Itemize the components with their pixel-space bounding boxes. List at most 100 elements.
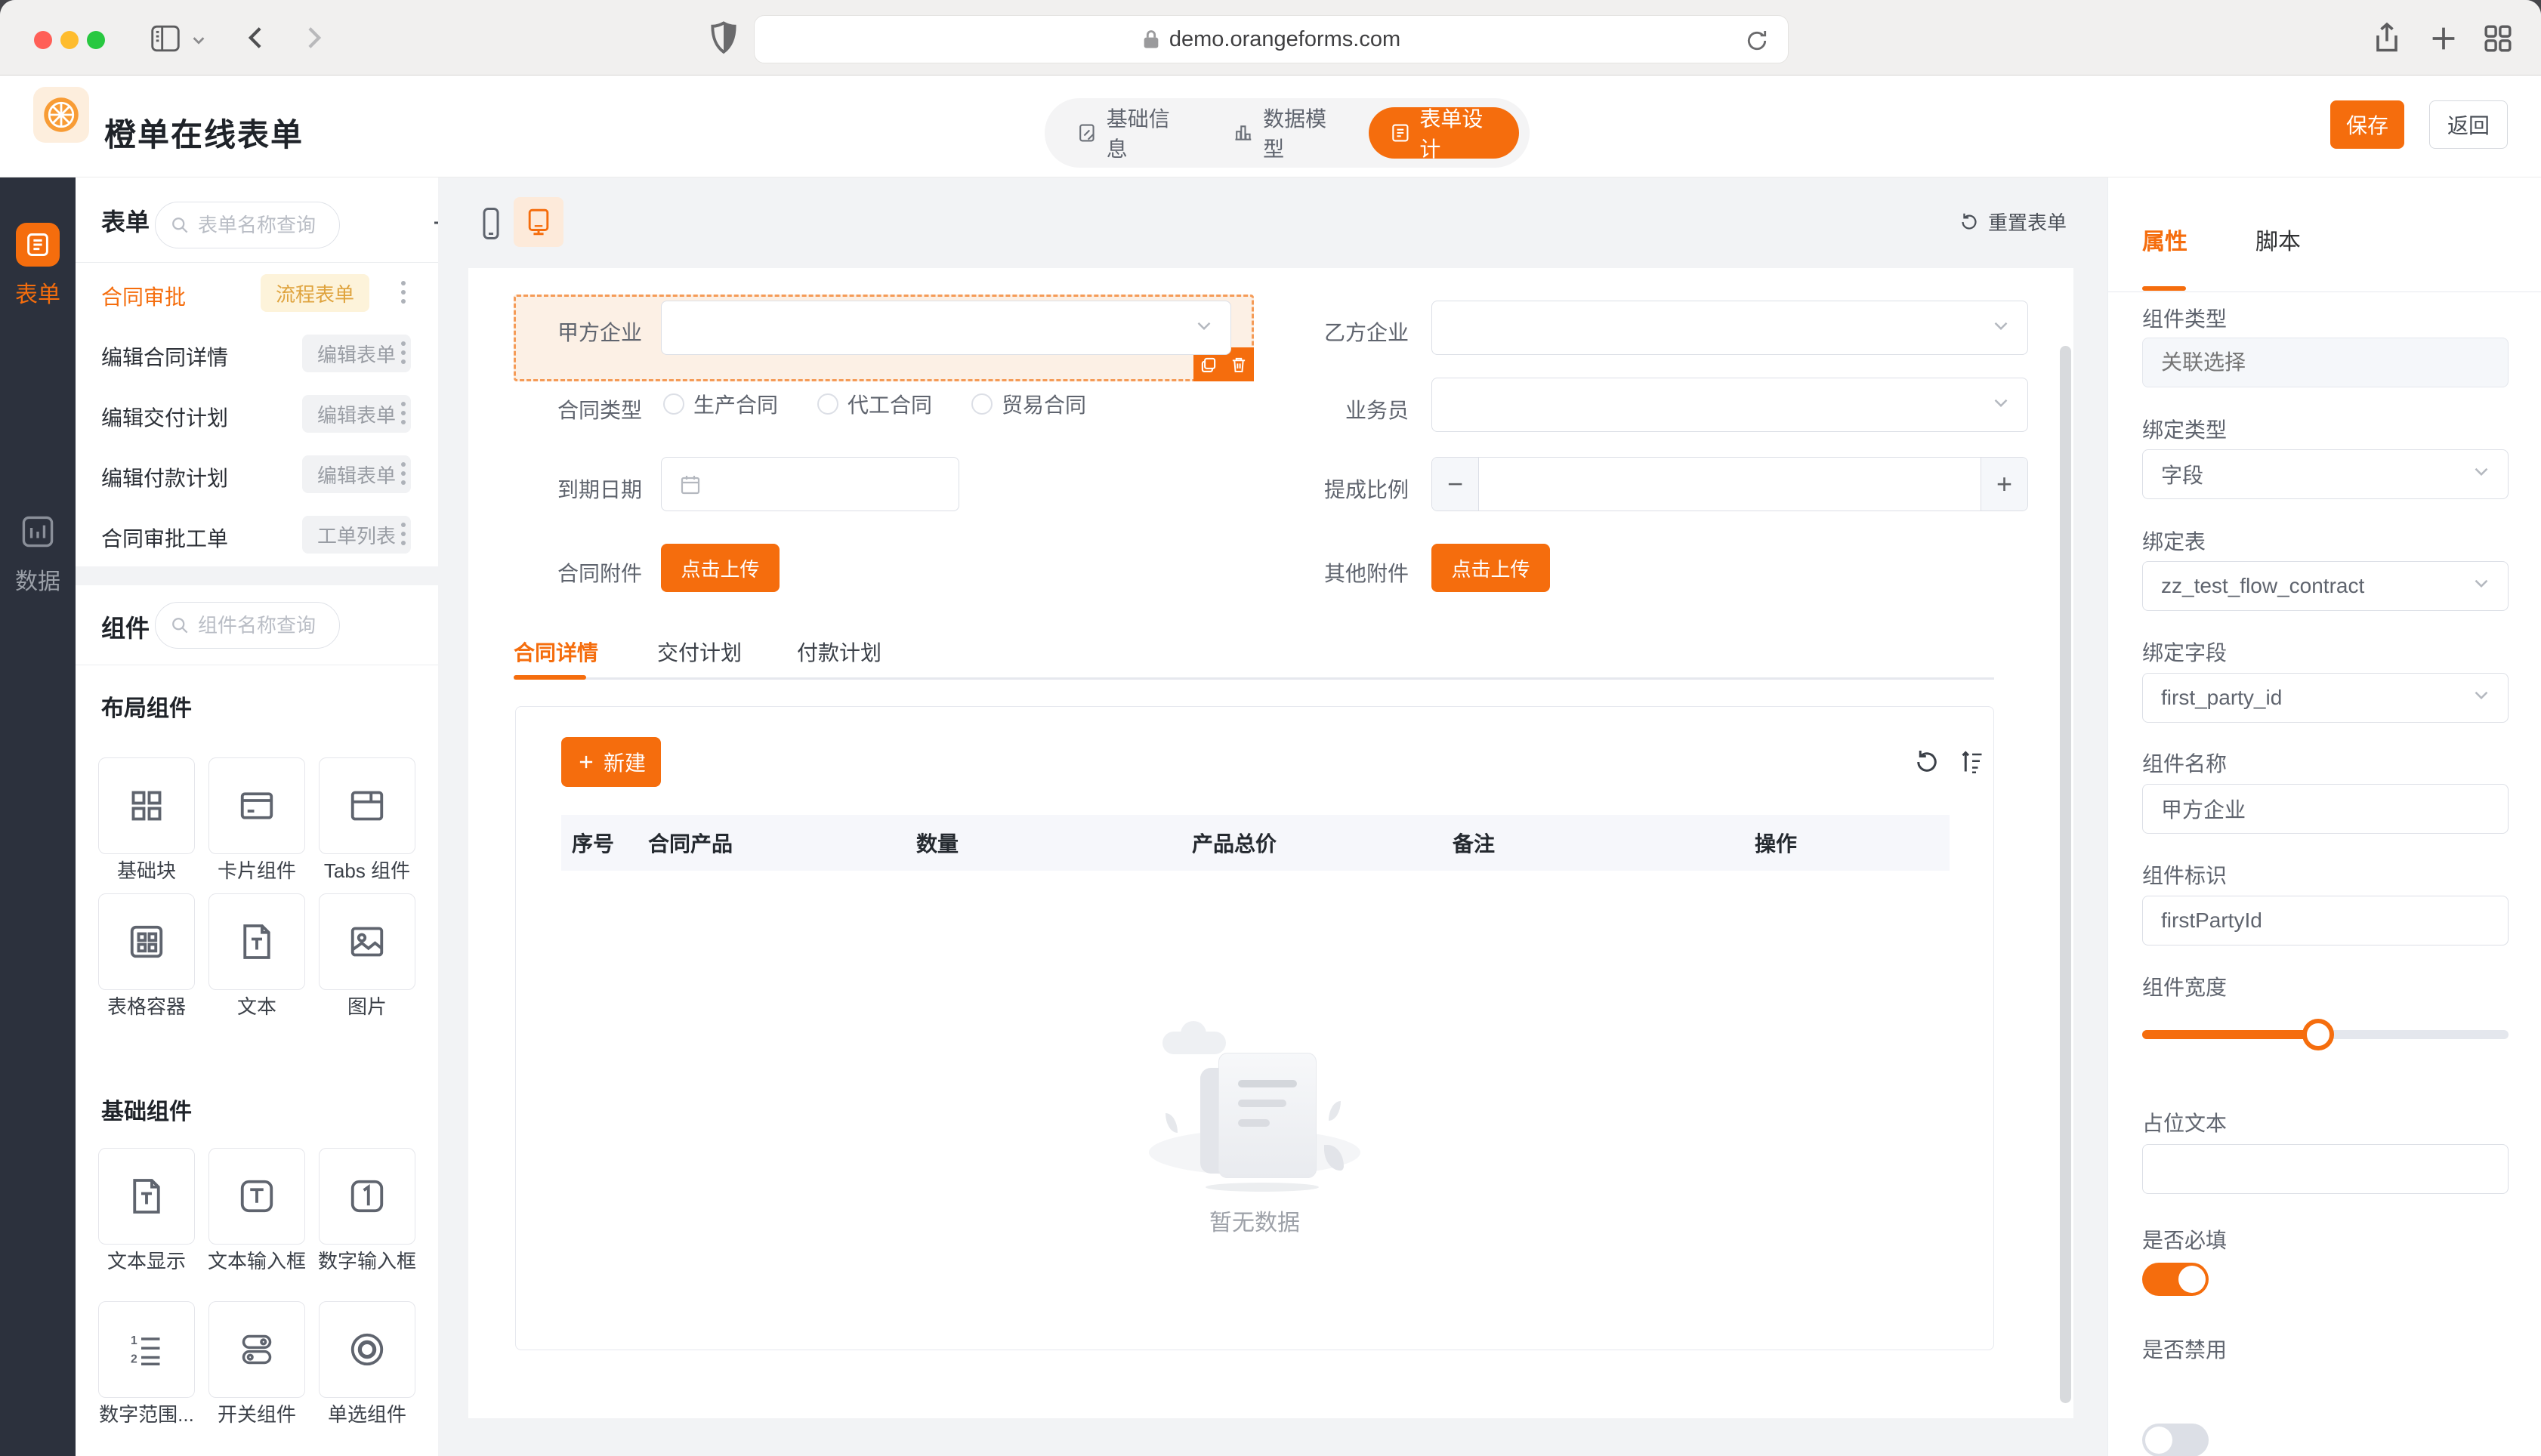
first-party-select[interactable] xyxy=(661,301,1231,355)
component-switch[interactable] xyxy=(208,1301,305,1398)
rail-item-forms[interactable]: 表单 xyxy=(0,223,76,309)
column-header: 数量 xyxy=(916,832,959,856)
component-basic-block[interactable] xyxy=(98,757,195,854)
number-range-icon: 12 xyxy=(131,1334,160,1366)
component-label: 卡片组件 xyxy=(217,859,296,882)
forward-button-icon[interactable] xyxy=(296,21,329,58)
more-actions-icon[interactable] xyxy=(388,458,418,489)
commission-number-input[interactable]: − + xyxy=(1431,457,2028,511)
app-logo xyxy=(33,87,89,143)
form-name: 编辑合同详情 xyxy=(101,346,229,369)
back-button-icon[interactable] xyxy=(240,21,273,58)
new-tab-icon[interactable] xyxy=(2426,21,2461,60)
radio-option[interactable]: 生产合同 xyxy=(663,389,778,419)
tab-delivery-plan[interactable]: 交付计划 xyxy=(657,637,742,667)
bind-type-select[interactable]: 字段 xyxy=(2142,449,2509,499)
contract-upload-button[interactable]: 点击上传 xyxy=(661,544,780,592)
form-list-item[interactable]: 编辑合同详情 编辑表单 xyxy=(76,322,438,383)
more-actions-icon[interactable] xyxy=(388,519,418,549)
more-actions-icon[interactable] xyxy=(388,338,418,368)
search-icon xyxy=(172,618,188,634)
form-name: 合同审批工单 xyxy=(101,527,229,551)
second-party-select[interactable] xyxy=(1431,301,2028,355)
switch-icon xyxy=(242,1334,272,1365)
back-button[interactable]: 返回 xyxy=(2429,100,2508,149)
close-window-button[interactable] xyxy=(34,31,52,49)
component-width-slider[interactable] xyxy=(2142,1019,2509,1050)
bind-field-select[interactable]: first_party_id xyxy=(2142,673,2509,723)
disabled-toggle[interactable] xyxy=(2142,1424,2209,1456)
tab-form-design[interactable]: 表单设计 xyxy=(1368,107,1519,161)
component-tabs[interactable] xyxy=(319,757,415,854)
form-list-item[interactable]: 合同审批 流程表单 xyxy=(76,262,438,322)
component-number-range[interactable]: 12 xyxy=(98,1301,195,1398)
save-button[interactable]: 保存 xyxy=(2330,100,2404,149)
component-table-container[interactable] xyxy=(98,893,195,990)
mobile-preview-icon[interactable] xyxy=(474,205,508,245)
component-text[interactable] xyxy=(208,893,305,990)
copy-icon[interactable] xyxy=(1199,355,1218,375)
bind-field-label: 绑定字段 xyxy=(2142,641,2228,665)
component-image[interactable] xyxy=(319,893,415,990)
radio-label: 代工合同 xyxy=(848,393,933,417)
desktop-preview-toggle[interactable] xyxy=(514,197,563,247)
share-icon[interactable] xyxy=(2369,20,2405,60)
component-search-input[interactable] xyxy=(198,613,326,637)
more-actions-icon[interactable] xyxy=(388,398,418,428)
tabs-divider xyxy=(514,677,1994,680)
column-settings-icon[interactable] xyxy=(1957,747,1987,781)
address-bar[interactable]: demo.orangeforms.com xyxy=(754,15,1789,63)
form-search-input[interactable] xyxy=(198,213,326,237)
tab-payment-plan[interactable]: 付款计划 xyxy=(797,637,881,667)
reload-icon[interactable] xyxy=(1743,26,1771,61)
placeholder-text-input[interactable] xyxy=(2142,1144,2509,1194)
refresh-table-icon[interactable] xyxy=(1912,747,1942,781)
disabled-label: 是否禁用 xyxy=(2142,1338,2228,1362)
reset-form-button[interactable]: 重置表单 xyxy=(1958,208,2067,236)
component-type-input xyxy=(2142,338,2509,387)
radio-option[interactable]: 贸易合同 xyxy=(971,389,1086,419)
form-name: 编辑交付计划 xyxy=(101,406,229,430)
component-text-input[interactable] xyxy=(208,1148,305,1245)
chevron-down-icon[interactable] xyxy=(190,32,207,52)
component-text-display[interactable] xyxy=(98,1148,195,1245)
privacy-shield-icon[interactable] xyxy=(704,18,743,61)
slider-handle[interactable] xyxy=(2302,1019,2334,1050)
due-date-input[interactable] xyxy=(661,457,959,511)
field-label-other-attachment: 其他附件 xyxy=(1323,562,1409,585)
create-row-button[interactable]: 新建 xyxy=(561,737,661,787)
form-list-item[interactable]: 编辑交付计划 编辑表单 xyxy=(76,383,438,443)
other-upload-button[interactable]: 点击上传 xyxy=(1431,544,1550,592)
tab-properties[interactable]: 属性 xyxy=(2142,223,2187,256)
tab-overview-icon[interactable] xyxy=(2481,21,2515,60)
component-id-input[interactable] xyxy=(2142,896,2509,945)
component-card[interactable] xyxy=(208,757,305,854)
form-list-item[interactable]: 编辑付款计划 编辑表单 xyxy=(76,443,438,504)
tab-data-model[interactable]: 数据模型 xyxy=(1212,107,1362,161)
decrease-icon[interactable]: − xyxy=(1432,458,1479,511)
zoom-window-button[interactable] xyxy=(87,31,105,49)
required-toggle[interactable] xyxy=(2142,1263,2209,1296)
chevron-down-icon xyxy=(2475,691,2488,700)
bind-table-value: zz_test_flow_contract xyxy=(2161,574,2365,597)
delete-icon[interactable] xyxy=(1229,355,1249,375)
more-actions-icon[interactable] xyxy=(388,277,418,307)
radio-option[interactable]: 代工合同 xyxy=(817,389,932,419)
bind-table-select[interactable]: zz_test_flow_contract xyxy=(2142,561,2509,611)
table-container-icon xyxy=(130,925,163,958)
canvas-scrollbar[interactable] xyxy=(2060,346,2071,1403)
radio-circle-icon xyxy=(817,393,839,415)
tab-contract-detail[interactable]: 合同详情 xyxy=(514,637,598,667)
sidebar-toggle-icon[interactable] xyxy=(148,21,183,60)
tab-script[interactable]: 脚本 xyxy=(2255,223,2301,256)
component-number-input[interactable] xyxy=(319,1148,415,1245)
tab-basic-info[interactable]: 基础信息 xyxy=(1055,107,1206,161)
increase-icon[interactable]: + xyxy=(1981,458,2027,511)
salesman-select[interactable] xyxy=(1431,378,2028,432)
component-radio[interactable] xyxy=(319,1301,415,1398)
component-name-input[interactable] xyxy=(2142,784,2509,834)
minimize-window-button[interactable] xyxy=(60,31,79,49)
form-list-item[interactable]: 合同审批工单 工单列表 xyxy=(76,504,438,564)
component-label: 图片 xyxy=(347,995,387,1018)
rail-item-data[interactable]: 数据 xyxy=(0,510,76,596)
